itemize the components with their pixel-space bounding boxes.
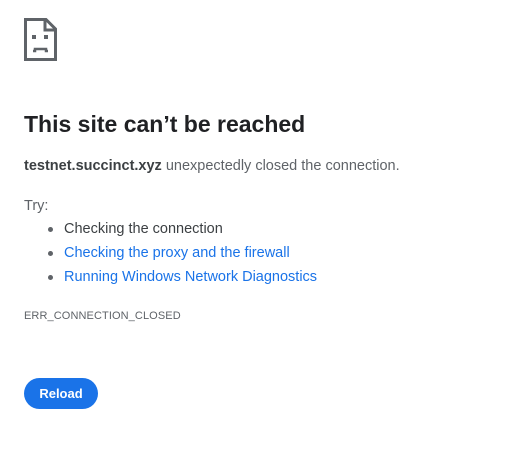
network-diagnostics-link[interactable]: Running Windows Network Diagnostics xyxy=(64,269,317,285)
bullet-icon xyxy=(48,275,53,280)
reload-button[interactable]: Reload xyxy=(24,378,98,409)
error-code: ERR_CONNECTION_CLOSED xyxy=(24,310,181,322)
bullet-icon xyxy=(48,251,53,256)
suggestion-check-proxy-firewall[interactable]: Checking the proxy and the firewall xyxy=(24,242,317,266)
check-proxy-firewall-link[interactable]: Checking the proxy and the firewall xyxy=(64,245,290,261)
try-label: Try: xyxy=(24,198,49,214)
bullet-icon xyxy=(48,227,53,232)
site-host: testnet.succinct.xyz xyxy=(24,158,162,174)
error-summary: testnet.succinct.xyz unexpectedly closed… xyxy=(24,156,400,176)
page-title: This site can’t be reached xyxy=(24,111,306,137)
suggestion-check-connection: Checking the connection xyxy=(24,218,317,242)
suggestion-network-diagnostics[interactable]: Running Windows Network Diagnostics xyxy=(24,266,317,290)
suggestion-text: Checking the connection xyxy=(64,221,223,237)
error-summary-text: unexpectedly closed the connection. xyxy=(161,158,400,174)
sad-page-icon xyxy=(24,18,57,61)
suggestions-list: Checking the connection Checking the pro… xyxy=(24,218,317,290)
